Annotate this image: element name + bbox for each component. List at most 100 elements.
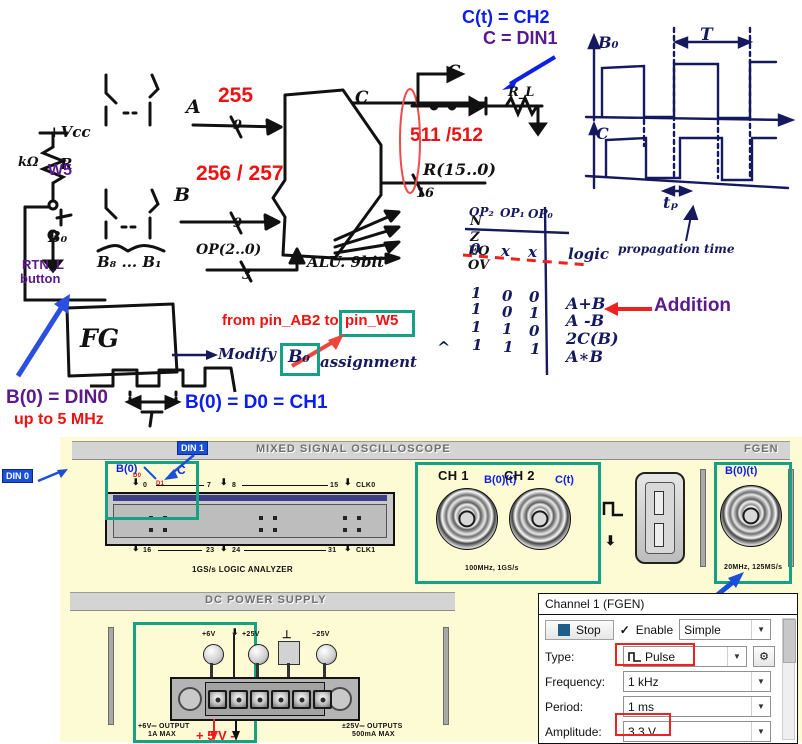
chevron-down-icon[interactable]: ▼ — [727, 647, 746, 666]
la-clk0: CLK0 — [356, 482, 376, 489]
frequency-label: Frequency: — [545, 674, 606, 689]
la-leader-top-2 — [242, 485, 328, 486]
psu-header-label: DC POWER SUPPLY — [205, 594, 327, 606]
bnc-ch2[interactable] — [509, 488, 571, 550]
la-pin-23: 23 — [206, 547, 215, 554]
psu-mount-hole-left — [178, 687, 202, 711]
la-arrow-clk1: ⬇ — [344, 543, 352, 553]
label-assignment: assignment — [320, 353, 417, 371]
la-pin-7: 7 — [207, 482, 212, 489]
psu-terminal-3[interactable] — [250, 690, 269, 709]
label-b8-b1: B₈ ... B₁ — [97, 253, 162, 271]
stop-button[interactable]: Stop — [545, 619, 614, 640]
stop-square-icon — [558, 623, 570, 636]
truth-row-3-op1: 1 — [502, 320, 513, 338]
dialog-scrollbar-thumb[interactable] — [783, 619, 796, 663]
arrow-propagation-time — [683, 204, 699, 242]
fgen-dialog-title: Channel 1 (FGEN) — [539, 594, 797, 615]
psu-gnd-post[interactable] — [278, 641, 300, 665]
fgen-channel-dialog[interactable]: Channel 1 (FGEN) Stop ✓ Enable Simple ▼ … — [538, 593, 798, 744]
usb-connector[interactable] — [635, 472, 685, 564]
chevron-down-icon[interactable]: ▼ — [751, 672, 770, 691]
truth-row-3-op2: 1 — [471, 318, 482, 336]
psu-terminal-2[interactable] — [229, 690, 248, 709]
period-value: 1 ms — [628, 699, 655, 714]
la-screw-dot — [273, 516, 277, 520]
psu-terminal-5[interactable] — [292, 690, 311, 709]
annotation-c-ch2: C(t) = CH2 — [462, 7, 550, 27]
truth-header-op1: OP₁ — [500, 206, 525, 220]
psu-divider-left — [108, 627, 114, 725]
truth-row-4-op1: 1 — [503, 338, 514, 356]
label-caret: ^ — [437, 338, 451, 357]
label-wave-b0: B₀ — [598, 33, 619, 52]
fgen-header-label: FGEN — [744, 443, 779, 455]
arrow-addition — [604, 302, 652, 316]
annotation-b0-d0-ch1: B(0) = D0 = CH1 — [185, 392, 328, 413]
la-screw-dot — [343, 516, 347, 520]
fgen-toolbar-row: Stop ✓ Enable Simple ▼ — [539, 615, 797, 644]
psu-knob-plus6v[interactable] — [203, 644, 224, 665]
mode-select[interactable]: Simple ▼ — [679, 619, 772, 640]
annotation-from-pin: from pin_AB2 to — [222, 312, 339, 329]
label-width-a: 9 — [233, 118, 243, 133]
annotation-255: 255 — [218, 84, 254, 107]
la-caption: 1GS/s LOGIC ANALYZER — [192, 565, 293, 574]
truth-row-2-op0: 1 — [529, 304, 540, 322]
psu-terminal-4[interactable] — [271, 690, 290, 709]
sketch-period-marker — [124, 390, 182, 428]
truth-row-2-op1: 0 — [502, 303, 513, 321]
label-c-output-node: C — [447, 62, 461, 82]
enable-label: Enable — [635, 622, 674, 637]
psu-terminal-block[interactable] — [170, 677, 360, 721]
truth-row-0-op0: x — [528, 243, 537, 261]
badge-din0: DIN 0 — [2, 469, 34, 483]
label-vcc: +Vcc — [48, 123, 91, 141]
arrow-din0 — [37, 469, 68, 483]
ch1-label: CH 1 — [438, 468, 469, 483]
la-pin-31: 31 — [328, 547, 337, 554]
la-screw-dot — [259, 528, 263, 532]
la-screw-dot — [149, 528, 153, 532]
psu-knob-plus25v[interactable] — [248, 644, 269, 665]
stop-button-label: Stop — [576, 622, 601, 637]
arrow-rtn-button — [15, 294, 70, 378]
psu-note-right-1: ±25V═ OUTPUTS — [342, 723, 403, 730]
label-rl: R_L — [508, 85, 535, 100]
period-label: Period: — [545, 699, 584, 714]
annotation-w5: W5 — [48, 162, 72, 179]
truth-row-0-op2: 0 — [470, 240, 481, 258]
psu-knob-minus25v[interactable] — [316, 644, 337, 665]
psu-red-note: + 5 V - — [196, 728, 235, 743]
bnc-fgen[interactable] — [720, 485, 782, 547]
psu-terminal-1[interactable] — [208, 690, 227, 709]
annotation-ch2: C(t) — [555, 474, 574, 486]
sketch-modify-arrow — [172, 350, 218, 360]
la-arrow-16: ⬇ — [132, 543, 140, 553]
truth-header-op0: OP₀ — [528, 207, 553, 221]
la-clk1: CLK1 — [356, 547, 376, 554]
truth-header-op2: OP₂ — [469, 205, 494, 219]
label-output-c: C — [355, 88, 369, 108]
chevron-down-icon[interactable]: ▼ — [751, 722, 770, 741]
frequency-select[interactable]: 1 kHz ▼ — [623, 671, 771, 692]
arrow-b0-to-d0 — [143, 466, 157, 480]
annotation-rtn-l: RTN_L — [22, 257, 64, 272]
chevron-down-icon[interactable]: ▼ — [751, 697, 770, 716]
chevron-down-icon[interactable]: ▼ — [751, 620, 771, 639]
enable-checkmark-icon[interactable]: ✓ — [620, 623, 630, 637]
la-pin-15: 15 — [330, 482, 339, 489]
highlight-type-value — [615, 643, 695, 666]
label-r-bus: R(15..0) — [423, 160, 496, 179]
label-period-T: T — [700, 25, 713, 45]
bnc-ch1[interactable] — [436, 488, 498, 550]
dialog-scrollbar[interactable] — [782, 618, 796, 740]
sketch-b-switches — [96, 73, 166, 253]
fgen-frequency-row: Frequency: 1 kHz ▼ — [539, 669, 797, 694]
psu-note-left-1: +6V═ OUTPUT — [138, 723, 190, 730]
psu-terminal-6[interactable] — [313, 690, 332, 709]
type-label: Type: — [545, 649, 575, 664]
type-settings-button[interactable]: ⚙ — [753, 646, 775, 667]
psu-note-right-2: 500mA MAX — [352, 731, 395, 738]
label-alu-name: ALU. 9bit — [307, 253, 385, 271]
